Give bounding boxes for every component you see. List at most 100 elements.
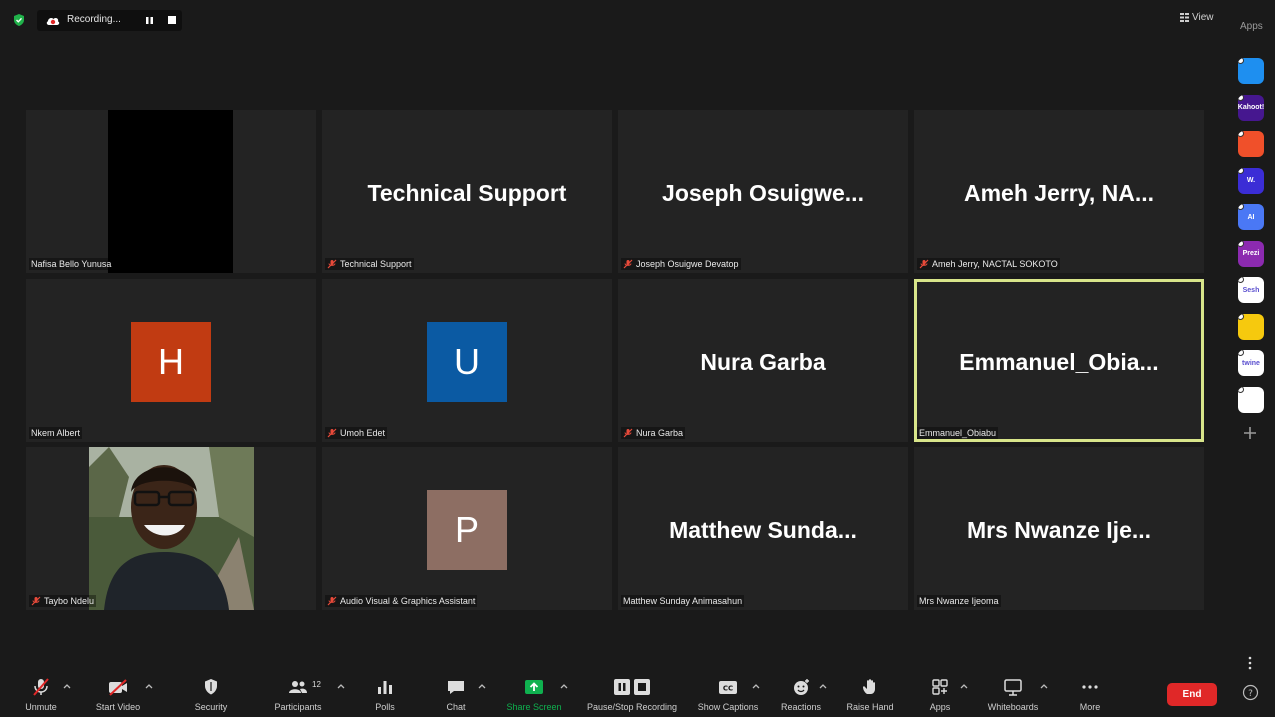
participant-tile[interactable]: U Umoh Edet: [322, 279, 612, 442]
emoji-app-icon[interactable]: [1238, 313, 1264, 340]
kahoot-app-icon[interactable]: Kahoot!: [1238, 94, 1264, 121]
participant-photo: [89, 447, 254, 610]
recording-indicator[interactable]: Recording...: [37, 10, 182, 31]
app-badge-dot: [1238, 350, 1244, 356]
participant-tile[interactable]: P Audio Visual & Graphics Assistant: [322, 447, 612, 610]
mic-muted-icon: [31, 596, 41, 606]
apps-grid-icon: [932, 679, 948, 695]
participant-display-name: Mrs Nwanze Ije...: [966, 517, 1152, 543]
app-badge-dot: [1238, 58, 1244, 64]
raise-hand-icon: [863, 679, 875, 694]
twine-app-icon[interactable]: twine: [1238, 350, 1264, 376]
participant-name-label: Technical Support: [325, 258, 414, 270]
app-badge-dot: [1238, 277, 1244, 283]
ai-app-icon[interactable]: AI: [1238, 204, 1264, 230]
more-button[interactable]: More: [1070, 668, 1110, 717]
app-icon-text: twine: [1242, 359, 1260, 367]
app-badge-dot: [1238, 386, 1244, 393]
raise-hand-button[interactable]: Raise Hand: [840, 668, 900, 717]
participant-name: Umoh Edet: [340, 428, 386, 438]
participant-tile[interactable]: Ameh Jerry, NA... Ameh Jerry, NACTAL SOKO…: [914, 110, 1204, 273]
participant-name: Technical Support: [340, 259, 412, 269]
participant-tile[interactable]: Nafisa Bello Yunusa: [26, 110, 316, 273]
pause-recording-icon[interactable]: [145, 16, 154, 25]
participant-tile[interactable]: Taybo Ndelu: [26, 447, 316, 610]
prezi-app-icon[interactable]: Prezi: [1238, 240, 1264, 267]
mic-muted-icon: [327, 428, 337, 438]
participant-display-name: Matthew Sunda...: [669, 517, 857, 543]
sesh-app-icon[interactable]: Sesh: [1238, 277, 1264, 303]
security-button[interactable]: Security: [186, 668, 236, 717]
mic-muted-icon: [919, 259, 929, 269]
reactions-emoji-icon: [794, 679, 809, 695]
participant-tile[interactable]: Joseph Osuigwe... Joseph Osuigwe Devatop: [618, 110, 908, 273]
participant-tile[interactable]: Technical Support Technical Support: [322, 110, 612, 273]
meeting-toolbar: Unmute Start Video Security Participants…: [0, 668, 1275, 717]
svg-text:?: ?: [1248, 689, 1253, 699]
chevron-up-icon[interactable]: [560, 683, 568, 689]
apps-sidebar-label: Apps: [1240, 21, 1263, 32]
participant-tile[interactable]: Emmanuel_Obia... Emmanuel_Obiabu: [914, 279, 1204, 442]
participant-avatar: U: [427, 322, 507, 402]
help-icon[interactable]: ?: [1242, 684, 1259, 701]
chevron-up-icon[interactable]: [337, 683, 345, 689]
polls-button[interactable]: Polls: [365, 668, 405, 717]
participant-tile[interactable]: H Nkem Albert: [26, 279, 316, 442]
app-badge-dot: [1238, 167, 1244, 174]
share-screen-label: Share Screen: [506, 702, 562, 712]
participants-label: Participants: [274, 702, 322, 712]
app-icon-text: Prezi: [1242, 250, 1260, 257]
mic-muted-icon: [327, 259, 337, 269]
reactions-label: Reactions: [780, 702, 822, 712]
stop-recording-icon[interactable]: [168, 16, 176, 24]
start-video-button[interactable]: Start Video: [88, 668, 148, 717]
participant-tile[interactable]: Mrs Nwanze Ije... Mrs Nwanze Ijeoma: [914, 447, 1204, 610]
chevron-up-icon[interactable]: [1040, 683, 1048, 689]
start-video-label: Start Video: [95, 702, 141, 712]
chat-button[interactable]: Chat: [436, 668, 476, 717]
show-captions-button[interactable]: CC Show Captions: [692, 668, 764, 717]
chevron-up-icon[interactable]: [63, 683, 71, 689]
chevron-up-icon[interactable]: [752, 683, 760, 689]
grid-view-icon: [1180, 13, 1189, 22]
add-app-icon[interactable]: [1242, 425, 1258, 441]
app-icon-text: W.: [1246, 177, 1256, 184]
participant-tile[interactable]: Matthew Sunda... Matthew Sunday Animasahu…: [618, 447, 908, 610]
chevron-up-icon[interactable]: [145, 683, 153, 689]
unmute-button[interactable]: Unmute: [16, 668, 66, 717]
security-label: Security: [194, 702, 228, 712]
participant-name: Nafisa Bello Yunusa: [31, 259, 112, 269]
participant-name-label: Matthew Sunday Animasahun: [621, 595, 745, 607]
chevron-up-icon[interactable]: [960, 683, 968, 689]
whiteboard-icon: [1004, 679, 1022, 696]
apps-label: Apps: [929, 702, 951, 712]
participant-name-label: Umoh Edet: [325, 427, 388, 439]
participant-avatar: H: [131, 322, 211, 402]
app-badge-dot: [1238, 94, 1244, 101]
participant-display-name: Emmanuel_Obia...: [959, 349, 1159, 375]
chevron-up-icon[interactable]: [478, 683, 486, 689]
shield-icon[interactable]: [12, 13, 26, 27]
end-meeting-button[interactable]: End: [1167, 683, 1217, 706]
more-dots-icon: [1082, 685, 1098, 689]
pause-stop-recording-button[interactable]: Pause/Stop Recording: [580, 668, 684, 717]
share-screen-button[interactable]: Share Screen: [501, 668, 567, 717]
participant-tile[interactable]: Nura Garba Nura Garba: [618, 279, 908, 442]
pitch-app-icon[interactable]: [1238, 58, 1264, 84]
participant-name: Ameh Jerry, NACTAL SOKOTO: [932, 259, 1058, 269]
blocks-app-icon[interactable]: [1238, 386, 1264, 413]
whiteboards-button[interactable]: Whiteboards: [980, 668, 1046, 717]
wordwall-app-icon[interactable]: W.: [1238, 167, 1264, 194]
participant-name-label: Taybo Ndelu: [29, 595, 97, 607]
participant-name-label: Nkem Albert: [29, 427, 83, 439]
polls-label: Polls: [375, 702, 395, 712]
participants-button[interactable]: Participants: [268, 668, 328, 717]
app-badge-dot: [1238, 240, 1244, 247]
orange-app-icon[interactable]: [1238, 131, 1264, 157]
apps-button[interactable]: Apps: [920, 668, 960, 717]
view-button[interactable]: View: [1180, 12, 1214, 23]
reactions-button[interactable]: Reactions: [776, 668, 826, 717]
vertical-more-icon[interactable]: [1245, 656, 1255, 670]
chevron-up-icon[interactable]: [819, 683, 827, 689]
participant-display-name: Nura Garba: [700, 349, 826, 375]
